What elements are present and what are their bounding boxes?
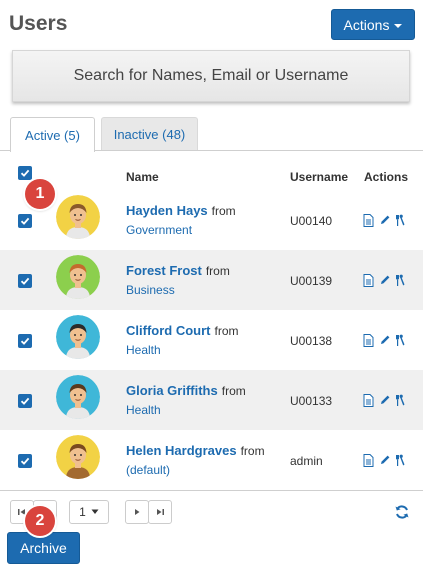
organisation-link[interactable]: Government — [126, 223, 192, 237]
column-header-username: Username — [290, 170, 349, 184]
tools-icon[interactable] — [394, 333, 407, 347]
row-actions — [362, 393, 407, 407]
name-line: Forest Frost from — [126, 263, 230, 278]
last-page-button[interactable] — [148, 500, 172, 524]
page-select-value: 1 — [79, 505, 86, 519]
checkmark-icon — [20, 457, 30, 465]
user-name-link[interactable]: Forest Frost — [126, 263, 202, 278]
organisation-link[interactable]: Health — [126, 343, 161, 357]
name-line: Helen Hardgraves from — [126, 443, 265, 458]
archive-button[interactable]: Archive — [7, 532, 80, 564]
checkmark-icon — [20, 337, 30, 345]
page-select[interactable]: 1 — [69, 500, 109, 524]
user-name-link[interactable]: Gloria Griffiths — [126, 383, 218, 398]
table-row: Helen Hardgraves from (default) admin — [0, 430, 423, 490]
caret-down-icon — [394, 23, 403, 28]
next-page-button[interactable] — [125, 500, 149, 524]
column-header-name: Name — [126, 170, 159, 184]
from-label: from — [205, 264, 230, 278]
avatar — [56, 315, 100, 359]
username-value: U00133 — [290, 394, 333, 408]
archive-button-label: Archive — [20, 540, 67, 556]
organisation-link[interactable]: (default) — [126, 463, 170, 477]
step-badge-2: 2 — [25, 506, 55, 536]
avatar — [56, 375, 100, 419]
pagination-bar: 1 — [0, 500, 423, 526]
document-icon[interactable] — [362, 333, 375, 347]
avatar — [56, 195, 100, 239]
pencil-icon[interactable] — [378, 273, 391, 287]
select-all-checkbox[interactable] — [18, 166, 32, 180]
tools-icon[interactable] — [394, 393, 407, 407]
from-label: from — [211, 204, 236, 218]
checkmark-icon — [20, 397, 30, 405]
user-name-link[interactable]: Clifford Court — [126, 323, 210, 338]
pencil-icon[interactable] — [378, 213, 391, 227]
row-checkbox[interactable] — [18, 394, 32, 408]
search-input[interactable]: Search for Names, Email or Username — [12, 50, 410, 102]
row-actions — [362, 213, 407, 227]
avatar — [56, 255, 100, 299]
page-title: Users — [9, 12, 68, 35]
column-header-actions: Actions — [364, 170, 409, 184]
row-checkbox[interactable] — [18, 454, 32, 468]
tools-icon[interactable] — [394, 453, 407, 467]
chevron-down-icon — [91, 509, 99, 514]
pencil-icon[interactable] — [378, 333, 391, 347]
table-row: Clifford Court from Health U00138 — [0, 310, 423, 370]
row-actions — [362, 273, 407, 287]
avatar — [56, 435, 100, 479]
user-tabs: Active (5) Inactive (48) — [0, 117, 423, 152]
organisation-link[interactable]: Business — [126, 283, 175, 297]
page-header: Users Actions — [0, 0, 423, 48]
tab-inactive-label: Inactive (48) — [113, 127, 186, 142]
step-badge-1: 1 — [25, 179, 55, 209]
table-row: Gloria Griffiths from Health U00133 — [0, 370, 423, 430]
search-placeholder: Search for Names, Email or Username — [73, 67, 349, 84]
name-line: Gloria Griffiths from — [126, 383, 246, 398]
document-icon[interactable] — [362, 273, 375, 287]
checkmark-icon — [20, 277, 30, 285]
name-line: Clifford Court from — [126, 323, 238, 338]
user-name-link[interactable]: Hayden Hays — [126, 203, 208, 218]
tools-icon[interactable] — [394, 273, 407, 287]
organisation-link[interactable]: Health — [126, 403, 161, 417]
username-value: U00139 — [290, 274, 333, 288]
tab-active[interactable]: Active (5) — [10, 117, 95, 152]
actions-button-label: Actions — [343, 16, 390, 33]
document-icon[interactable] — [362, 393, 375, 407]
checkmark-icon — [20, 169, 30, 177]
from-label: from — [214, 324, 239, 338]
row-checkbox[interactable] — [18, 274, 32, 288]
username-value: U00138 — [290, 334, 333, 348]
tab-inactive[interactable]: Inactive (48) — [101, 117, 198, 151]
from-label: from — [240, 444, 265, 458]
row-actions — [362, 333, 407, 347]
name-line: Hayden Hays from — [126, 203, 236, 218]
checkmark-icon — [20, 217, 30, 225]
table-row: Forest Frost from Business U00139 — [0, 250, 423, 310]
table-row: Hayden Hays from Government U00140 — [0, 190, 423, 250]
user-name-link[interactable]: Helen Hardgraves — [126, 443, 237, 458]
pencil-icon[interactable] — [378, 453, 391, 467]
username-value: admin — [290, 454, 323, 468]
row-checkbox[interactable] — [18, 334, 32, 348]
pencil-icon[interactable] — [378, 393, 391, 407]
document-icon[interactable] — [362, 213, 375, 227]
pager-divider — [0, 490, 423, 491]
actions-dropdown-button[interactable]: Actions — [331, 9, 415, 40]
row-checkbox[interactable] — [18, 214, 32, 228]
row-actions — [362, 453, 407, 467]
table-header: Name Username Actions — [0, 160, 423, 190]
tab-active-label: Active (5) — [25, 127, 80, 143]
from-label: from — [221, 384, 246, 398]
username-value: U00140 — [290, 214, 333, 228]
document-icon[interactable] — [362, 453, 375, 467]
tools-icon[interactable] — [394, 213, 407, 227]
last-page-icon — [157, 509, 164, 515]
next-page-icon — [135, 509, 140, 515]
refresh-icon[interactable] — [394, 504, 410, 520]
